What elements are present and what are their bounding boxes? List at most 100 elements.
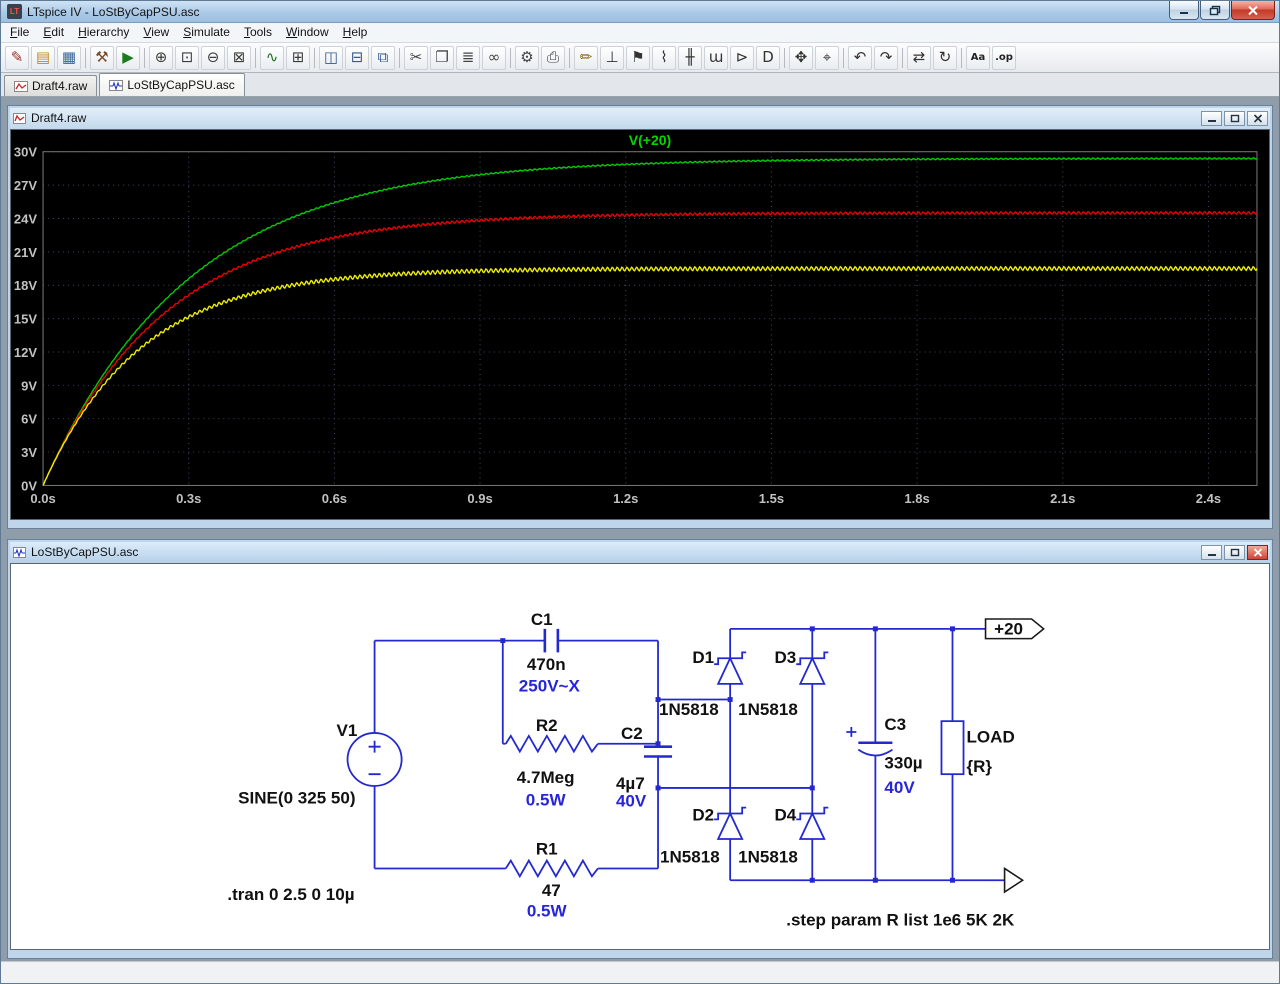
draw-wire-icon[interactable]: ✏ [574,45,598,70]
menu-view[interactable]: View [136,23,176,42]
schematic-close-button[interactable] [1247,544,1268,560]
component-v1-voltage-source[interactable] [346,732,403,787]
component-c2-capacitor[interactable] [644,745,673,758]
spice-directive-icon[interactable]: .op [992,45,1016,70]
new-schematic-icon[interactable]: ✎ [5,45,29,70]
schematic-window-icon [13,546,26,558]
menu-simulate[interactable]: Simulate [176,23,237,42]
tab-lostbycappsu-asc[interactable]: LoStByCapPSU.asc [99,73,245,96]
resistor-icon[interactable]: ⌇ [652,45,676,70]
toolbar-separator [399,47,400,68]
diode-icon[interactable]: ⊳ [730,45,754,70]
plot-trace-title[interactable]: V(+20) [629,132,671,148]
c3-name: C3 [884,715,906,734]
capacitor-icon[interactable]: ╫ [678,45,702,70]
component-load-resistor[interactable] [940,720,965,776]
waveform-window-icon [13,112,26,124]
find-icon[interactable]: ∞ [482,45,506,70]
text-icon[interactable]: Aa [966,45,990,70]
zoom-out-icon[interactable]: ⊖ [201,45,225,70]
mirror-icon[interactable]: ⇄ [907,45,931,70]
toolbar-separator [569,47,570,68]
component-d1-diode[interactable] [714,651,747,685]
inductor-icon[interactable]: ɯ [704,45,728,70]
c1-note: 250V~X [519,677,581,696]
schematic-titlebar[interactable]: LoStByCapPSU.asc [10,542,1270,563]
control-panel-icon[interactable]: ⚒ [90,45,114,70]
zoom-full-icon[interactable]: ⊠ [227,45,251,70]
waveform-window: Draft4.raw 0.0s 0.3s 0.6s 0.9s 1.2s 1.5s 1.8s 2… [7,105,1273,529]
component-c1-capacitor[interactable] [543,628,560,653]
y-tick-label: 12V [14,345,38,360]
drag-icon[interactable]: ⌖ [815,45,839,70]
d1-name: D1 [692,648,714,667]
schematic-minimize-button[interactable] [1201,544,1222,560]
ground-icon[interactable]: ⊥ [600,45,624,70]
menu-help[interactable]: Help [336,23,375,42]
close-button[interactable] [1231,1,1275,20]
waveform-minimize-button[interactable] [1201,110,1222,126]
component-r2-resistor[interactable] [505,734,599,754]
titlebar[interactable]: LT LTspice IV - LoStByCapPSU.asc [1,1,1279,23]
load-name: LOAD [967,728,1015,747]
r2-note: 0.5W [526,791,566,810]
component-d4-diode[interactable] [796,806,829,840]
restore-button[interactable] [1200,1,1230,20]
menu-hierarchy[interactable]: Hierarchy [71,23,136,42]
component-icon[interactable]: D [756,45,780,70]
restore-icon [1230,114,1239,122]
move-icon[interactable]: ✥ [789,45,813,70]
run-icon[interactable]: ▶ [116,45,140,70]
redo-icon[interactable]: ↷ [874,45,898,70]
component-r1-resistor[interactable] [505,858,599,879]
component-d3-diode[interactable] [796,651,829,685]
menu-file[interactable]: File [3,23,36,42]
autorange-icon[interactable]: ∿ [260,45,284,70]
r1-value: 47 [542,881,561,900]
rotate-icon[interactable]: ↻ [933,45,957,70]
menu-tools[interactable]: Tools [237,23,279,42]
c3-value: 330µ [884,753,922,772]
waveform-close-button[interactable] [1247,110,1268,126]
print-icon[interactable]: ⎙ [541,45,565,70]
open-icon[interactable]: ▤ [31,45,55,70]
menu-edit[interactable]: Edit [36,23,71,42]
cut-icon[interactable]: ✂ [404,45,428,70]
waveform-titlebar[interactable]: Draft4.raw [10,108,1270,129]
d3-name: D3 [774,648,796,667]
y-tick-label: 0V [21,478,37,493]
schematic-canvas[interactable]: V1 SINE(0 325 50) C1 470n 250V~X R2 4.7M… [10,563,1270,950]
schematic-restore-button[interactable] [1224,544,1245,560]
undo-icon[interactable]: ↶ [848,45,872,70]
toolbar-separator [902,47,903,68]
net-label-icon[interactable]: ⚑ [626,45,650,70]
ltspice-main-window: LT LTspice IV - LoStByCapPSU.asc File Edi… [0,0,1280,984]
c2-value: 4µ7 [616,774,645,793]
c3-note: 40V [884,778,915,797]
waveform-restore-button[interactable] [1224,110,1245,126]
net-flag-arrow[interactable] [1003,866,1025,894]
waveform-plot[interactable]: 0.0s 0.3s 0.6s 0.9s 1.2s 1.5s 1.8s 2.1s 2.4s 30V 2… [11,130,1269,519]
paste-icon[interactable]: ≣ [456,45,480,70]
cascade-icon[interactable]: ⧉ [371,45,395,70]
toolbar-separator [85,47,86,68]
save-icon[interactable]: ▦ [57,45,81,70]
component-d2-diode[interactable] [714,806,747,840]
toolbar-separator [961,47,962,68]
grid-icon[interactable]: ⊞ [286,45,310,70]
tab-draft4-raw[interactable]: Draft4.raw [4,75,98,96]
tile-horizontal-icon[interactable]: ⊟ [345,45,369,70]
menu-window[interactable]: Window [279,23,336,42]
y-tick-label: 15V [14,312,38,327]
v1-value: SINE(0 325 50) [238,789,355,808]
print-setup-icon[interactable]: ⚙ [515,45,539,70]
d4-name: D4 [774,805,796,824]
x-tick-label: 1.5s [759,491,784,506]
tile-vertical-icon[interactable]: ◫ [319,45,343,70]
copy-icon[interactable]: ❐ [430,45,454,70]
minimize-button[interactable] [1169,1,1199,20]
zoom-back-icon[interactable]: ⊡ [175,45,199,70]
waveform-plot-area[interactable]: 0.0s 0.3s 0.6s 0.9s 1.2s 1.5s 1.8s 2.1s 2.4s 30V 2… [10,129,1270,520]
directive-step: .step param R list 1e6 5K 2K [786,911,1015,930]
zoom-in-icon[interactable]: ⊕ [149,45,173,70]
